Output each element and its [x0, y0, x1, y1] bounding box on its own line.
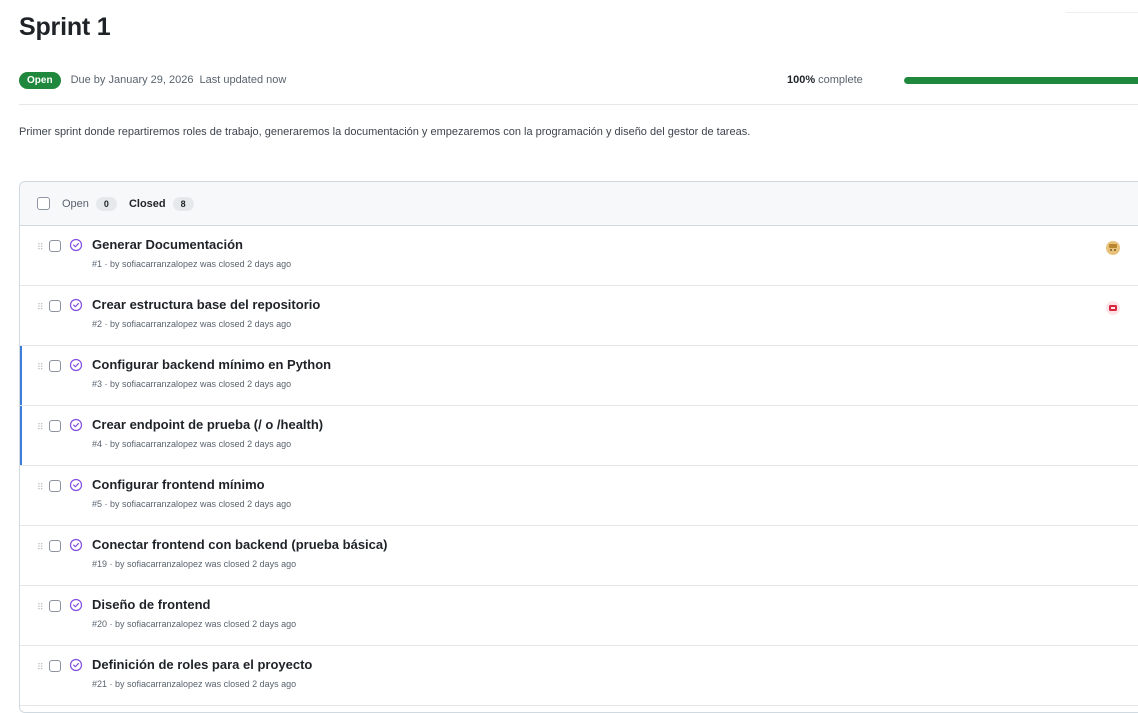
closed-issue-icon [69, 418, 83, 432]
issue-meta: #21 · by sofiacarranzalopez was closed 2… [92, 679, 297, 689]
closed-issue-icon [69, 298, 83, 312]
issue-body: Conectar frontend con backend (prueba bá… [92, 536, 387, 569]
issue-checkbox[interactable] [49, 660, 61, 672]
issue-row[interactable]: ⠿ Configurar frontend mínimo #5 · by sofia… [20, 466, 1138, 526]
issue-row[interactable]: ⠿ Crear endpoint de prueba (/ o /health) #… [20, 406, 1138, 466]
page-title: Sprint 1 [19, 13, 111, 41]
issue-row[interactable]: ⠿ Definición de roles para el proyecto #21… [20, 646, 1138, 706]
issue-checkbox[interactable] [49, 600, 61, 612]
issue-row[interactable]: ⠿ Configurar backend mínimo en Python #3 ·… [20, 346, 1138, 406]
progress-suffix: complete [818, 74, 863, 86]
issue-checkbox[interactable] [49, 240, 61, 252]
tab-open-count: 0 [95, 196, 117, 211]
tab-open-label: Open [62, 197, 89, 210]
issue-row[interactable]: ⠿ Crear estructura base del repositorio #2… [20, 286, 1138, 346]
divider [19, 104, 1138, 105]
tab-closed-label: Closed [128, 197, 166, 210]
issue-title-link[interactable]: Configurar frontend mínimo [92, 476, 291, 493]
issue-checkbox[interactable] [49, 540, 61, 552]
select-all-checkbox[interactable] [37, 197, 50, 210]
progress-bar-fill [904, 77, 1138, 84]
tab-closed[interactable]: Closed 8 [128, 196, 194, 211]
issue-title-link[interactable]: Crear estructura base del repositorio [92, 296, 320, 313]
issue-body: Configurar backend mínimo en Python #3 · … [92, 356, 331, 389]
drag-handle-icon[interactable]: ⠿ [37, 603, 44, 612]
issue-meta: #4 · by sofiacarranzalopez was closed 2 … [92, 439, 292, 449]
issue-meta: #19 · by sofiacarranzalopez was closed 2… [92, 559, 297, 569]
issue-list-header: Open 0 Closed 8 [20, 182, 1138, 226]
milestone-meta: Open Due by January 29, 2026 Last update… [19, 69, 1138, 91]
issue-meta: #3 · by sofiacarranzalopez was closed 2 … [92, 379, 292, 389]
issue-row[interactable]: ⠿ Generar Documentación #1 · by sofiacarra… [20, 226, 1138, 286]
closed-issue-icon [69, 598, 83, 612]
drag-handle-icon[interactable]: ⠿ [37, 663, 44, 672]
issue-title-link[interactable]: Conectar frontend con backend (prueba bá… [92, 536, 387, 553]
progress: 100% complete [787, 69, 1138, 91]
issue-row[interactable]: ⠿ Conectar frontend con backend (prueba b… [20, 526, 1138, 586]
issue-title-link[interactable]: Configurar backend mínimo en Python [92, 356, 331, 373]
drag-handle-icon[interactable]: ⠿ [37, 423, 44, 432]
drag-handle-icon[interactable]: ⠿ [37, 243, 44, 252]
milestone-description: Primer sprint donde repartiremos roles d… [19, 126, 751, 138]
issue-rows: ⠿ Generar Documentación #1 · by sofiacarra… [20, 226, 1138, 706]
issue-list: Open 0 Closed 8 ⠿ Generar Documentación #1… [19, 181, 1138, 713]
issue-title-link[interactable]: Definición de roles para el proyecto [92, 656, 312, 673]
progress-bar [904, 77, 1138, 84]
issue-checkbox[interactable] [49, 420, 61, 432]
assignee-avatar-icon[interactable] [1105, 240, 1121, 256]
issue-title-link[interactable]: Diseño de frontend [92, 596, 296, 613]
drag-handle-icon[interactable]: ⠿ [37, 483, 44, 492]
top-right-edge [1066, 0, 1138, 13]
closed-issue-icon [69, 658, 83, 672]
issue-title-link[interactable]: Generar Documentación [92, 236, 291, 253]
issue-checkbox[interactable] [49, 360, 61, 372]
closed-issue-icon [69, 538, 83, 552]
closed-issue-icon [69, 358, 83, 372]
issue-title-link[interactable]: Crear endpoint de prueba (/ o /health) [92, 416, 323, 433]
drag-handle-icon[interactable]: ⠿ [37, 363, 44, 372]
closed-issue-icon [69, 478, 83, 492]
tab-closed-count: 8 [172, 196, 194, 211]
due-date: Due by January 29, 2026 [70, 74, 194, 86]
drag-handle-icon[interactable]: ⠿ [37, 543, 44, 552]
issue-body: Crear endpoint de prueba (/ o /health) #4… [92, 416, 323, 449]
last-updated: Last updated now [199, 74, 287, 86]
assignee-avatar-icon[interactable] [1105, 300, 1121, 316]
issue-checkbox[interactable] [49, 480, 61, 492]
tab-open[interactable]: Open 0 [62, 196, 117, 211]
drag-handle-icon[interactable]: ⠿ [37, 303, 44, 312]
issue-body: Definición de roles para el proyecto #21 … [92, 656, 312, 689]
progress-percent: 100% [787, 74, 816, 86]
issue-meta: #20 · by sofiacarranzalopez was closed 2… [92, 619, 297, 629]
issue-meta: #5 · by sofiacarranzalopez was closed 2 … [92, 499, 292, 509]
issue-body: Crear estructura base del repositorio #2 … [92, 296, 320, 329]
issue-body: Generar Documentación #1 · by sofiacarran… [92, 236, 291, 269]
issue-row[interactable]: ⠿ Diseño de frontend #20 · by sofiacarranz… [20, 586, 1138, 646]
issue-meta: #2 · by sofiacarranzalopez was closed 2 … [92, 319, 292, 329]
issue-meta: #1 · by sofiacarranzalopez was closed 2 … [92, 259, 292, 269]
status-badge: Open [19, 71, 61, 89]
issue-body: Configurar frontend mínimo #5 · by sofiac… [92, 476, 291, 509]
issue-checkbox[interactable] [49, 300, 61, 312]
closed-issue-icon [69, 238, 83, 252]
issue-body: Diseño de frontend #20 · by sofiacarranza… [92, 596, 296, 629]
